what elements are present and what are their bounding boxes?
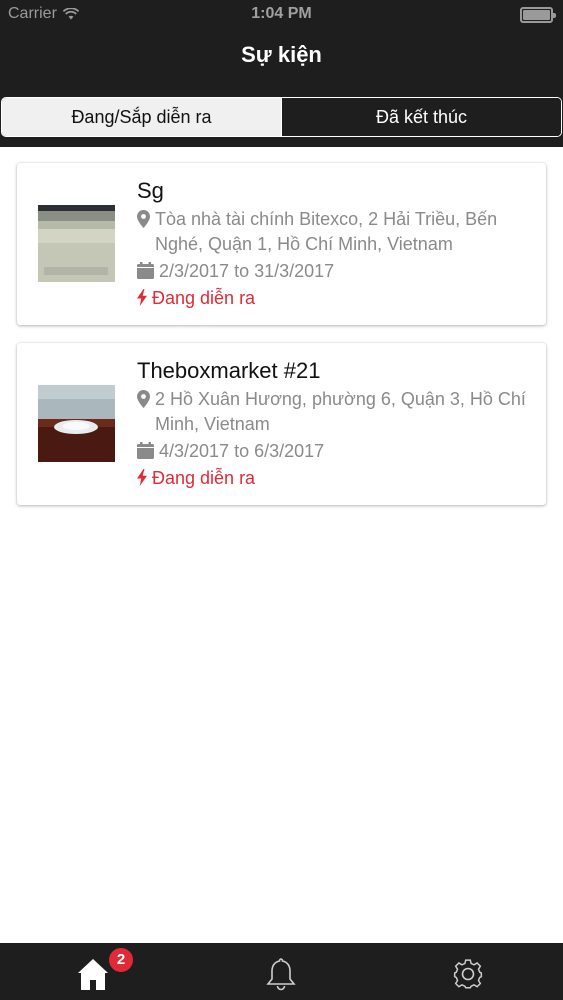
event-address: Tòa nhà tài chính Bitexco, 2 Hải Triều, …	[155, 209, 498, 254]
event-address-row: 2 Hồ Xuân Hương, phường 6, Quận 3, Hồ Ch…	[137, 387, 537, 437]
map-pin-icon	[137, 210, 150, 228]
event-card[interactable]: Theboxmarket #21 2 Hồ Xuân Hương, phường…	[17, 343, 546, 505]
event-status: Đang diễn ra	[152, 468, 256, 488]
map-pin-icon	[137, 390, 150, 408]
notification-badge: 2	[107, 946, 135, 974]
battery-icon	[520, 7, 556, 23]
event-dates: 2/3/2017 to 31/3/2017	[159, 261, 335, 281]
event-status-row: Đang diễn ra	[137, 466, 537, 491]
page-title: Sự kiện	[241, 42, 322, 67]
lightning-icon	[137, 289, 147, 306]
segment-ongoing[interactable]: Đang/Sắp diễn ra	[2, 98, 281, 136]
event-title: Sg	[137, 178, 164, 203]
event-dates-row: 2/3/2017 to 31/3/2017	[137, 259, 537, 284]
calendar-icon	[137, 442, 154, 459]
event-dates-row: 4/3/2017 to 6/3/2017	[137, 439, 537, 464]
event-status-row: Đang diễn ra	[137, 286, 537, 311]
tab-bar	[0, 943, 563, 1000]
event-title: Theboxmarket #21	[137, 358, 321, 383]
calendar-icon	[137, 262, 154, 279]
event-details: Theboxmarket #21 2 Hồ Xuân Hương, phường…	[137, 357, 537, 491]
event-thumbnail	[38, 205, 115, 282]
home-icon[interactable]	[77, 957, 109, 991]
segment-ended[interactable]: Đã kết thúc	[281, 98, 561, 136]
gear-icon[interactable]	[452, 957, 484, 991]
header: Carrier 1:04 PM Sự kiện Đang/Sắp diễn ra…	[0, 0, 563, 147]
event-status: Đang diễn ra	[152, 288, 256, 308]
status-bar: Carrier 1:04 PM	[0, 0, 563, 30]
event-dates: 4/3/2017 to 6/3/2017	[159, 441, 325, 461]
clock: 1:04 PM	[251, 5, 312, 22]
lightning-icon	[137, 469, 147, 486]
event-address: 2 Hồ Xuân Hương, phường 6, Quận 3, Hồ Ch…	[155, 389, 526, 434]
event-address-row: Tòa nhà tài chính Bitexco, 2 Hải Triều, …	[137, 207, 537, 257]
bell-icon[interactable]	[265, 957, 297, 991]
event-details: Sg Tòa nhà tài chính Bitexco, 2 Hải Triề…	[137, 177, 537, 311]
event-card[interactable]: Sg Tòa nhà tài chính Bitexco, 2 Hải Triề…	[17, 163, 546, 325]
segmented-control: Đang/Sắp diễn ra Đã kết thúc	[1, 97, 562, 137]
event-thumbnail	[38, 385, 115, 462]
